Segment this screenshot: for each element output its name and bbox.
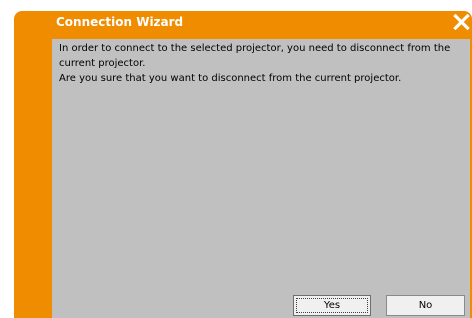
yes-button[interactable]: Yes bbox=[293, 295, 371, 316]
dialog-message: In order to connect to the selected proj… bbox=[59, 41, 467, 86]
focus-ring bbox=[296, 298, 368, 313]
message-line-1: In order to connect to the selected proj… bbox=[59, 43, 451, 69]
dialog-body: In order to connect to the selected proj… bbox=[52, 39, 470, 318]
no-button[interactable]: No bbox=[386, 295, 465, 316]
dialog-window: Connection Wizard In order to connect to… bbox=[14, 11, 472, 318]
close-icon[interactable] bbox=[453, 14, 470, 30]
message-line-2: Are you sure that you want to disconnect… bbox=[59, 73, 402, 84]
no-button-label: No bbox=[418, 300, 433, 311]
dialog-title: Connection Wizard bbox=[56, 15, 184, 29]
